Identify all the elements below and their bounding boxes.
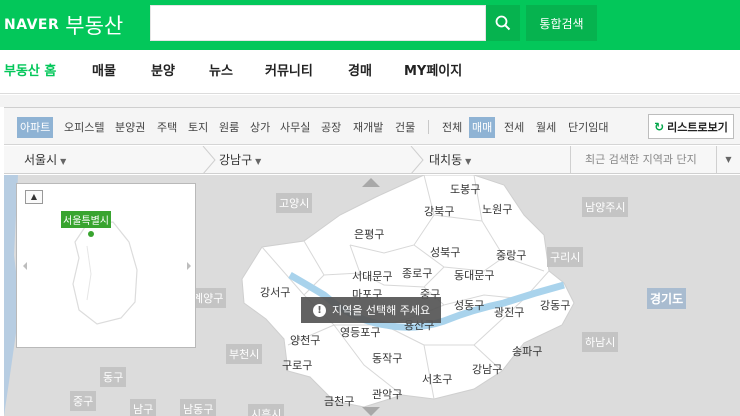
map-label-goyang[interactable]: 고양시	[276, 193, 313, 213]
gutter	[0, 95, 740, 107]
filter-building[interactable]: 건물	[392, 117, 418, 138]
map-label-namgu[interactable]: 남구	[130, 399, 157, 416]
deal-sale[interactable]: 매매	[469, 117, 496, 138]
map-label-seongbuk[interactable]: 성북구	[430, 244, 460, 260]
filter-oneroom[interactable]: 원룸	[216, 117, 242, 138]
map-label-seocho[interactable]: 서초구	[422, 371, 452, 387]
map-label-siheung[interactable]: 시흥시	[248, 404, 285, 416]
nav-listings[interactable]: 매물	[92, 50, 116, 94]
deal-monthly[interactable]: 월세	[533, 117, 559, 138]
main-navigation: 부동산 홈 매물 분양 뉴스 커뮤니티 경매 MY페이지	[0, 50, 740, 94]
map-label-seodaemun[interactable]: 서대문구	[352, 268, 392, 284]
filter-presale-right[interactable]: 분양권	[112, 117, 148, 138]
search-button[interactable]	[486, 5, 520, 41]
breadcrumb-chevron-icon	[410, 146, 424, 174]
filter-house[interactable]: 주택	[154, 117, 180, 138]
region-selector-bar: 서울시 ▼ 강남구 ▼ 대치동 ▼ 최근 검색한 지역과 단지 ▼	[4, 146, 740, 174]
dong-select[interactable]: 대치동 ▼	[429, 146, 471, 174]
map-area[interactable]: 고양시 남양주시 구리시 경기도 하남시 부천시 계양구 동구 중구 남구 남동…	[4, 175, 740, 416]
map-label-namdong[interactable]: 남동구	[180, 399, 217, 416]
recent-dropdown-icon[interactable]: ▼	[716, 146, 740, 174]
refresh-icon: ↻	[654, 119, 665, 134]
deal-jeonse[interactable]: 전세	[501, 117, 527, 138]
map-label-songpa[interactable]: 송파구	[512, 343, 542, 359]
property-filter-bar: 아파트 오피스텔 분양권 주택 토지 원룸 상가 사무실 공장 재개발 건물 전…	[4, 107, 740, 145]
list-view-label: 리스트로보기	[667, 120, 728, 134]
filter-redevelopment[interactable]: 재개발	[350, 117, 386, 138]
map-label-junggu-incheon[interactable]: 중구	[70, 391, 97, 411]
deal-all[interactable]: 전체	[439, 117, 465, 138]
map-label-jongno[interactable]: 종로구	[402, 265, 432, 281]
map-label-donggu[interactable]: 동구	[100, 367, 127, 387]
filter-land[interactable]: 토지	[185, 117, 211, 138]
list-view-button[interactable]: ↻ 리스트로보기	[648, 114, 734, 139]
map-label-bucheon[interactable]: 부천시	[226, 344, 263, 364]
breadcrumb-chevron-icon	[202, 146, 216, 174]
minimap-seoul-label[interactable]: 서울특별시	[61, 211, 111, 228]
search-input[interactable]	[150, 5, 486, 41]
filter-officetel[interactable]: 오피스텔	[61, 117, 107, 138]
map-label-dongjak[interactable]: 동작구	[372, 350, 402, 366]
map-label-gangbuk[interactable]: 강북구	[424, 203, 454, 219]
district-select-value: 강남구	[219, 153, 253, 167]
nav-community[interactable]: 커뮤니티	[265, 50, 313, 94]
filter-factory[interactable]: 공장	[318, 117, 344, 138]
caret-down-icon: ▼	[60, 157, 67, 166]
map-label-guri[interactable]: 구리시	[547, 247, 584, 267]
map-label-seongdong[interactable]: 성동구	[454, 297, 484, 313]
naver-logo-text: NAVER	[4, 17, 60, 33]
search-icon	[495, 15, 511, 31]
map-label-guro[interactable]: 구로구	[282, 357, 312, 373]
map-label-gwanak[interactable]: 관악구	[372, 386, 402, 402]
select-region-toast: ! 지역을 선택해 주세요	[301, 297, 441, 323]
dong-select-value: 대치동	[429, 153, 463, 167]
map-label-yangcheon[interactable]: 양천구	[290, 332, 320, 348]
total-search-button[interactable]: 통합검색	[526, 5, 597, 41]
service-name: 부동산	[65, 14, 124, 38]
naver-land-logo[interactable]: NAVER 부동산	[4, 12, 123, 38]
map-label-eunpyeong[interactable]: 은평구	[354, 226, 384, 242]
map-label-yeongdeungpo[interactable]: 영등포구	[340, 324, 380, 340]
filter-office[interactable]: 사무실	[277, 117, 313, 138]
map-label-gangnam[interactable]: 강남구	[472, 361, 502, 377]
map-label-hanam[interactable]: 하남시	[582, 332, 619, 352]
caret-down-icon: ▼	[465, 157, 472, 166]
map-label-namyangju[interactable]: 남양주시	[582, 197, 629, 217]
pan-up-icon	[362, 178, 380, 187]
top-header: NAVER 부동산 통합검색	[0, 0, 740, 50]
pan-down-icon	[362, 407, 380, 416]
map-label-gwangjin[interactable]: 광진구	[494, 304, 524, 320]
nav-home[interactable]: 부동산 홈	[4, 50, 56, 94]
naver-land-page: NAVER 부동산 통합검색 부동산 홈 매물 분양 뉴스 커뮤니티 경매 MY…	[0, 0, 740, 416]
korea-minimap[interactable]: ▲ 서울특별시	[16, 183, 196, 348]
map-label-gyeonggi[interactable]: 경기도	[647, 288, 687, 309]
filter-divider	[428, 120, 429, 134]
filter-store[interactable]: 상가	[247, 117, 273, 138]
filter-apartment[interactable]: 아파트	[17, 117, 54, 138]
nav-mypage[interactable]: MY페이지	[404, 50, 462, 94]
korea-outline-icon	[23, 221, 191, 325]
toast-message: 지역을 선택해 주세요	[332, 304, 431, 317]
city-select[interactable]: 서울시 ▼	[24, 146, 66, 174]
info-icon: !	[313, 303, 326, 317]
map-label-gangdong[interactable]: 강동구	[540, 297, 570, 313]
map-label-jungnang[interactable]: 중랑구	[496, 247, 526, 263]
district-select[interactable]: 강남구 ▼	[219, 146, 261, 174]
deal-short-term[interactable]: 단기임대	[565, 117, 611, 138]
caret-down-icon: ▼	[255, 157, 262, 166]
map-label-geumcheon[interactable]: 금천구	[324, 393, 354, 409]
recent-search-select[interactable]: 최근 검색한 지역과 단지	[570, 146, 716, 174]
nav-presale[interactable]: 분양	[151, 50, 175, 94]
city-select-value: 서울시	[24, 153, 58, 167]
map-label-nowon[interactable]: 노원구	[482, 201, 512, 217]
map-label-gangseo[interactable]: 강서구	[260, 284, 290, 300]
map-label-dobong[interactable]: 도봉구	[450, 181, 480, 197]
nav-auction[interactable]: 경매	[348, 50, 372, 94]
nav-news[interactable]: 뉴스	[209, 50, 233, 94]
map-label-dongdaemun[interactable]: 동대문구	[454, 267, 494, 283]
